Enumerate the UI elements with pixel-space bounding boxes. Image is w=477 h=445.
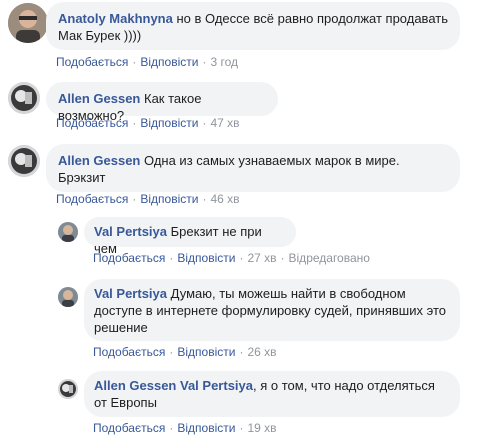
comment-bubble: Val Pertsiya Думаю, ты можешь найти в св… xyxy=(84,279,460,341)
comment-author[interactable]: Allen Gessen xyxy=(94,378,176,393)
separator: · xyxy=(169,421,174,435)
timestamp[interactable]: 26 хв xyxy=(247,345,276,359)
reply-button[interactable]: Відповісти xyxy=(177,251,235,265)
separator: · xyxy=(132,55,137,69)
comment-actions: Подобається · Відповісти · 47 хв xyxy=(56,116,240,130)
comment-actions: Подобається · Відповісти · 19 хв xyxy=(93,421,277,435)
like-button[interactable]: Подобається xyxy=(56,192,128,206)
reply-button[interactable]: Відповісти xyxy=(140,116,198,130)
comment-actions: Подобається · Відповісти · 26 хв xyxy=(93,345,277,359)
like-button[interactable]: Подобається xyxy=(93,421,165,435)
comment-author[interactable]: Allen Gessen xyxy=(58,91,140,106)
like-button[interactable]: Подобається xyxy=(56,55,128,69)
separator: · xyxy=(239,251,244,265)
like-button[interactable]: Подобається xyxy=(93,345,165,359)
separator: · xyxy=(239,421,244,435)
separator: · xyxy=(132,192,137,206)
separator: · xyxy=(202,192,207,206)
avatar[interactable] xyxy=(8,3,48,43)
like-button[interactable]: Подобається xyxy=(93,251,165,265)
separator: · xyxy=(202,116,207,130)
comment-actions: Подобається · Відповісти · 27 хв · Відредагова… xyxy=(93,251,370,265)
reply-button[interactable]: Відповісти xyxy=(140,55,198,69)
separator: · xyxy=(132,116,137,130)
avatar[interactable] xyxy=(8,145,40,177)
separator: · xyxy=(169,251,174,265)
separator: · xyxy=(239,345,244,359)
avatar[interactable] xyxy=(58,287,78,307)
comment-bubble: Anatoly Makhnyna но в Одессе всё равно п… xyxy=(46,2,460,50)
timestamp[interactable]: 27 хв xyxy=(247,251,276,265)
comment-author[interactable]: Anatoly Makhnyna xyxy=(58,11,173,26)
comment-bubble: Allen Gessen Val Pertsiya, я о том, что … xyxy=(84,371,460,417)
reply-button[interactable]: Відповісти xyxy=(140,192,198,206)
reply-button[interactable]: Відповісти xyxy=(177,345,235,359)
comment-author[interactable]: Val Pertsiya xyxy=(94,224,167,239)
timestamp[interactable]: 3 год xyxy=(210,55,238,69)
reply-button[interactable]: Відповісти xyxy=(177,421,235,435)
avatar[interactable] xyxy=(58,222,78,242)
timestamp[interactable]: 47 хв xyxy=(210,116,239,130)
timestamp[interactable]: 19 хв xyxy=(247,421,276,435)
comment-author[interactable]: Val Pertsiya xyxy=(94,286,167,301)
mention-link[interactable]: Val Pertsiya xyxy=(180,378,253,393)
edited-label[interactable]: Відредаговано xyxy=(289,251,370,265)
comment-bubble: Allen Gessen Одна из самых узнаваемых ма… xyxy=(46,144,460,192)
comment-actions: Подобається · Відповісти · 46 хв xyxy=(56,192,240,206)
separator: · xyxy=(280,251,285,265)
comment-actions: Подобається · Відповісти · 3 год xyxy=(56,55,238,69)
avatar[interactable] xyxy=(58,379,78,399)
comment-bubble: Val Pertsiya Брекзит не при чем xyxy=(84,217,296,256)
separator: · xyxy=(202,55,207,69)
comment-bubble: Allen Gessen Как такое возможно? xyxy=(46,82,278,123)
comment-author[interactable]: Allen Gessen xyxy=(58,153,140,168)
timestamp[interactable]: 46 хв xyxy=(210,192,239,206)
like-button[interactable]: Подобається xyxy=(56,116,128,130)
separator: · xyxy=(169,345,174,359)
avatar[interactable] xyxy=(8,82,40,114)
